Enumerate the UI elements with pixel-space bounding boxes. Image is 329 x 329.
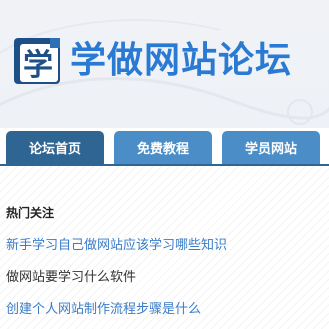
logo-icon[interactable]: 学 bbox=[12, 36, 64, 86]
hot-link-3[interactable]: 创建个人网站制作流程步骤是什么 bbox=[6, 298, 201, 317]
hot-section-title: 热门关注 bbox=[6, 206, 55, 220]
tab-forum-home[interactable]: 论坛首页 bbox=[6, 131, 104, 164]
tab-free-tutorials[interactable]: 免费教程 bbox=[114, 131, 212, 164]
logo-glyph: 学 bbox=[23, 48, 53, 83]
hot-link-2[interactable]: 做网站要学习什么软件 bbox=[6, 266, 136, 285]
tab-student-sites[interactable]: 学员网站 bbox=[222, 131, 320, 164]
site-header: 学 学做网站论坛 bbox=[0, 0, 329, 128]
site-title[interactable]: 学做网站论坛 bbox=[70, 36, 292, 86]
hot-link-1[interactable]: 新手学习自己做网站应该学习哪些知识 bbox=[6, 234, 227, 253]
